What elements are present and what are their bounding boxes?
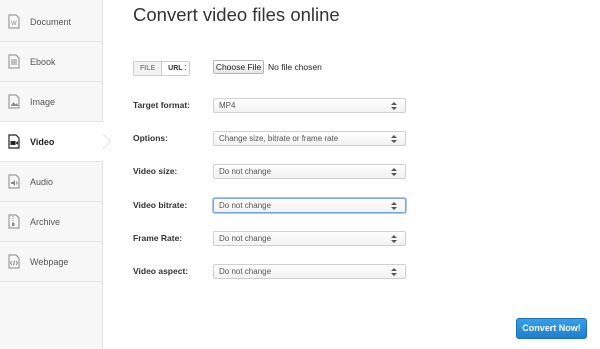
frame-rate-select[interactable]: Do not change — [213, 231, 406, 246]
webpage-icon — [7, 253, 21, 270]
select-arrows-icon — [391, 102, 397, 110]
target-format-value: MP4 — [219, 101, 236, 110]
frame-rate-label: Frame Rate: — [133, 233, 183, 243]
target-format-select[interactable]: MP4 — [213, 98, 406, 113]
video-aspect-value: Do not change — [219, 267, 272, 276]
archive-icon — [7, 213, 21, 230]
frame-rate-value: Do not change — [219, 234, 272, 243]
video-icon — [7, 133, 21, 150]
image-icon — [7, 93, 21, 110]
source-colon: : — [184, 62, 187, 72]
tab-file[interactable]: FILE — [134, 62, 162, 75]
source-tabs: FILE URL — [133, 61, 190, 76]
svg-text:W: W — [11, 21, 17, 27]
sidebar-item-label: Webpage — [30, 256, 69, 267]
video-size-select[interactable]: Do not change — [213, 164, 406, 179]
sidebar-item-audio[interactable]: Audio — [0, 162, 102, 202]
select-arrows-icon — [391, 135, 397, 143]
sidebar-item-image[interactable]: Image — [0, 82, 102, 122]
sidebar-item-label: Video — [30, 136, 55, 147]
sidebar: W Document Ebook Image Video Audio Archi… — [0, 0, 103, 349]
sidebar-item-archive[interactable]: Archive — [0, 202, 102, 242]
file-status: No file chosen — [268, 62, 322, 72]
ebook-icon — [7, 53, 21, 70]
select-arrows-icon — [391, 202, 397, 210]
sidebar-item-ebook[interactable]: Ebook — [0, 42, 102, 82]
video-bitrate-value: Do not change — [219, 201, 272, 210]
select-arrows-icon — [391, 235, 397, 243]
sidebar-item-label: Archive — [30, 216, 61, 227]
video-bitrate-select[interactable]: Do not change — [213, 198, 406, 213]
target-format-label: Target format: — [133, 100, 190, 110]
sidebar-item-video[interactable]: Video — [0, 122, 103, 162]
select-arrows-icon — [391, 268, 397, 276]
convert-now-button[interactable]: Convert Now! — [516, 318, 587, 339]
video-size-label: Video size: — [133, 166, 178, 176]
document-icon: W — [7, 13, 21, 30]
sidebar-item-label: Document — [30, 16, 72, 27]
options-label: Options: — [133, 133, 168, 143]
sidebar-item-label: Ebook — [30, 56, 56, 67]
sidebar-item-label: Image — [30, 96, 56, 107]
page-title: Convert video files online — [133, 4, 340, 25]
select-arrows-icon — [391, 168, 397, 176]
sidebar-item-label: Audio — [30, 176, 54, 187]
video-size-value: Do not change — [219, 167, 272, 176]
video-bitrate-label: Video bitrate: — [133, 200, 188, 210]
video-aspect-select[interactable]: Do not change — [213, 264, 406, 279]
options-select[interactable]: Change size, bitrate or frame rate — [213, 131, 406, 146]
video-aspect-label: Video aspect: — [133, 266, 189, 276]
choose-file-button[interactable]: Choose File — [213, 60, 264, 74]
sidebar-item-document[interactable]: W Document — [0, 2, 102, 42]
options-value: Change size, bitrate or frame rate — [219, 134, 339, 143]
sidebar-item-webpage[interactable]: Webpage — [0, 242, 102, 282]
audio-icon — [7, 173, 21, 190]
